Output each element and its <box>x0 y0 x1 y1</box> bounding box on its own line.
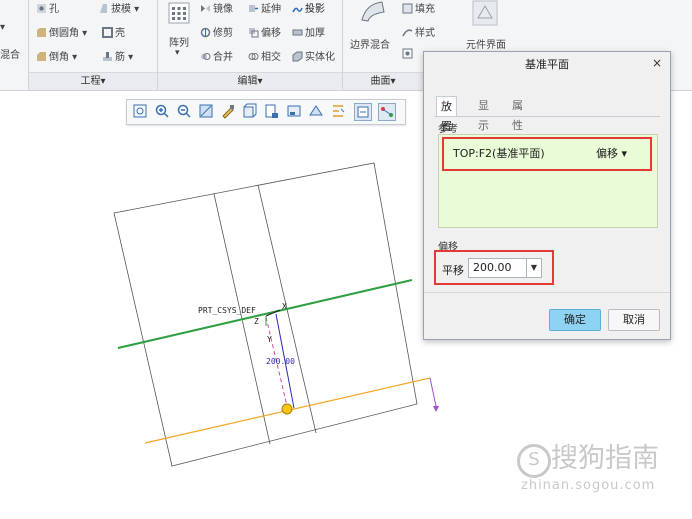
translation-highlight <box>434 250 554 285</box>
tab-display[interactable]: 显示 <box>474 96 493 132</box>
axis-x-label: X <box>282 302 287 311</box>
tab-properties[interactable]: 属性 <box>508 96 527 132</box>
reference-highlight <box>442 137 652 171</box>
datum-plane-dialog: 基准平面 × 放置 显示 属性 参考 TOP:F2(基准平面) 偏移 ▾ 偏移 … <box>423 51 671 340</box>
ok-button[interactable]: 确定 <box>549 309 601 331</box>
button-divider <box>424 292 670 293</box>
watermark-url: zhinan.sogou.com <box>521 478 656 493</box>
axis-y-label: Y <box>267 335 272 344</box>
references-label: 参考 <box>438 124 458 135</box>
close-icon[interactable]: × <box>652 56 662 70</box>
offset-dimension[interactable]: 200.00 <box>266 357 295 366</box>
watermark-text: 搜狗指南 <box>551 443 659 474</box>
sogou-logo-icon: S <box>517 444 551 478</box>
offset-arrow-icon[interactable] <box>433 406 439 412</box>
csys-label: PRT_CSYS_DEF <box>198 306 256 315</box>
cancel-button[interactable]: 取消 <box>608 309 660 331</box>
tab-divider <box>434 116 660 117</box>
offset-direction-line <box>429 377 437 407</box>
top-plane-edge[interactable] <box>117 279 413 349</box>
watermark-brand: S 搜狗指南 <box>517 436 659 478</box>
tab-placement[interactable]: 放置 <box>436 96 457 133</box>
drag-handle-icon[interactable] <box>281 403 293 415</box>
dialog-title: 基准平面 <box>525 58 569 71</box>
axis-z-label: Z <box>254 317 259 326</box>
